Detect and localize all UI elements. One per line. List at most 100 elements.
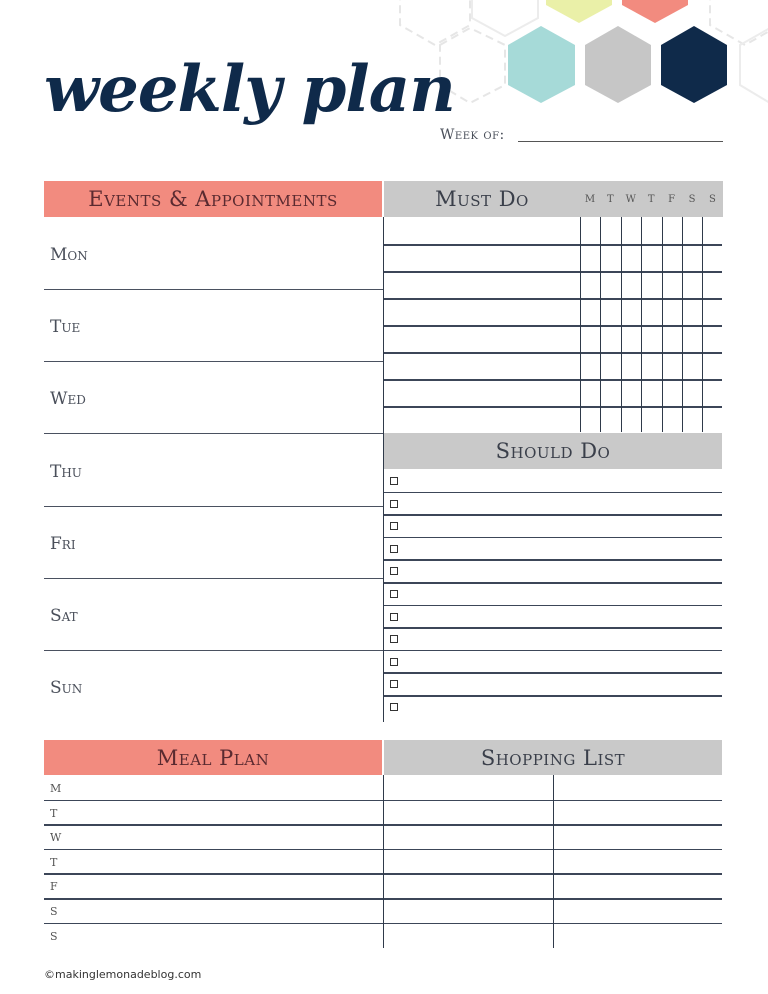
checkbox-icon[interactable]	[390, 590, 398, 598]
should-do-item[interactable]	[384, 605, 722, 628]
checkbox-icon[interactable]	[390, 612, 398, 621]
must-do-row[interactable]	[384, 271, 722, 298]
must-do-day-label: T	[607, 193, 614, 205]
meal-plan-header: Meal Plan	[44, 740, 382, 775]
checkbox-icon[interactable]	[390, 499, 398, 508]
hex-grey	[585, 26, 651, 103]
meal-plan-row[interactable]	[44, 849, 383, 874]
checkbox-icon[interactable]	[390, 544, 398, 553]
shopping-list-item[interactable]	[384, 800, 553, 825]
meal-day-label: M	[50, 782, 62, 795]
should-do-item[interactable]	[384, 537, 722, 560]
day-label: Fri	[50, 533, 76, 554]
should-do-item[interactable]	[384, 559, 722, 582]
shopping-list-item[interactable]	[384, 923, 553, 948]
shopping-list-item[interactable]	[384, 849, 553, 874]
checkbox-icon[interactable]	[390, 657, 398, 666]
event-day-row[interactable]: Sun	[44, 650, 383, 722]
meal-plan-row[interactable]	[44, 800, 383, 825]
meal-plan-row[interactable]	[44, 824, 383, 849]
divider	[383, 775, 384, 948]
copyright: ©makinglemonadeblog.com	[44, 968, 202, 981]
grid-line	[384, 271, 722, 273]
checkbox-icon[interactable]	[390, 477, 398, 485]
should-do-item[interactable]	[384, 650, 722, 673]
grid-line	[384, 352, 722, 354]
shopping-list-item[interactable]	[554, 824, 722, 849]
event-day-row[interactable]: Mon	[44, 217, 383, 290]
shopping-list-item[interactable]	[384, 873, 553, 898]
day-label: Tue	[50, 317, 81, 338]
page-title: weekly plan	[44, 52, 456, 127]
event-day-row[interactable]: Wed	[44, 361, 383, 435]
must-do-row[interactable]	[384, 325, 722, 352]
should-do-item[interactable]	[384, 695, 722, 718]
event-day-row[interactable]: Sat	[44, 578, 383, 651]
checkbox-icon[interactable]	[390, 703, 398, 711]
hex-outline	[399, 0, 471, 47]
grid-line	[641, 217, 643, 432]
grid-line	[384, 379, 722, 381]
grid-line	[682, 217, 683, 432]
meal-day-label: S	[50, 929, 58, 943]
should-do-item[interactable]	[384, 514, 722, 537]
meal-day-label: F	[50, 880, 58, 894]
meal-plan-row[interactable]	[44, 775, 383, 800]
should-do-item[interactable]	[384, 582, 722, 605]
day-label: Sat	[50, 606, 78, 626]
must-do-row[interactable]	[384, 379, 722, 406]
meal-plan-row[interactable]	[44, 923, 383, 948]
shopping-list-item[interactable]	[384, 824, 553, 849]
week-of-label: Week of:	[440, 127, 505, 143]
hex-yellow	[546, 0, 612, 23]
meal-day-label: T	[50, 806, 58, 820]
checkbox-icon[interactable]	[390, 680, 398, 689]
shopping-list-item[interactable]	[554, 873, 722, 898]
hex-teal	[508, 26, 575, 103]
hex-outline	[709, 0, 768, 47]
must-do-day-label: S	[688, 193, 696, 205]
shopping-list-item[interactable]	[554, 775, 722, 800]
shopping-list-item[interactable]	[554, 898, 722, 923]
must-do-row[interactable]	[384, 244, 722, 271]
meal-plan-row[interactable]	[44, 898, 383, 923]
should-do-header: Should Do	[384, 433, 722, 469]
should-do-item[interactable]	[384, 492, 722, 515]
shopping-list-item[interactable]	[384, 775, 553, 800]
must-do-day-label: W	[625, 193, 636, 205]
events-header: Events & Appointments	[44, 181, 382, 217]
event-day-row[interactable]: Tue	[44, 289, 383, 363]
must-do-row[interactable]	[384, 298, 722, 325]
shopping-list-item[interactable]	[554, 800, 722, 825]
shopping-list-divider	[553, 775, 554, 948]
shopping-list-item[interactable]	[554, 849, 722, 874]
shopping-list-item[interactable]	[554, 923, 722, 948]
meal-day-label: W	[50, 831, 62, 845]
checkbox-icon[interactable]	[390, 567, 398, 576]
meal-plan-row[interactable]	[44, 873, 383, 898]
shopping-list-item[interactable]	[384, 898, 553, 923]
must-do-row[interactable]	[384, 406, 722, 433]
event-day-row[interactable]: Fri	[44, 506, 383, 579]
day-label: Sun	[50, 678, 83, 699]
hex-navy	[661, 26, 727, 103]
should-do-item[interactable]	[384, 469, 722, 492]
checkbox-icon[interactable]	[390, 522, 398, 531]
should-do-item[interactable]	[384, 627, 722, 650]
must-do-row[interactable]	[384, 352, 722, 379]
checkbox-icon[interactable]	[390, 635, 398, 644]
must-do-day-label: S	[708, 193, 716, 205]
must-do-day-label: T	[647, 193, 655, 205]
must-do-row[interactable]	[384, 217, 722, 244]
hex-outline	[471, 0, 539, 38]
should-do-item[interactable]	[384, 672, 722, 695]
shopping-list-header: Shopping List	[384, 740, 722, 775]
meal-day-label: T	[50, 855, 58, 869]
week-of-field[interactable]	[518, 141, 723, 142]
grid-line	[384, 244, 722, 246]
must-do-day-label: F	[668, 193, 676, 205]
must-do-header: Must Do	[384, 181, 580, 217]
grid-line	[580, 217, 581, 432]
grid-line	[384, 406, 722, 408]
event-day-row[interactable]: Thu	[44, 434, 383, 507]
